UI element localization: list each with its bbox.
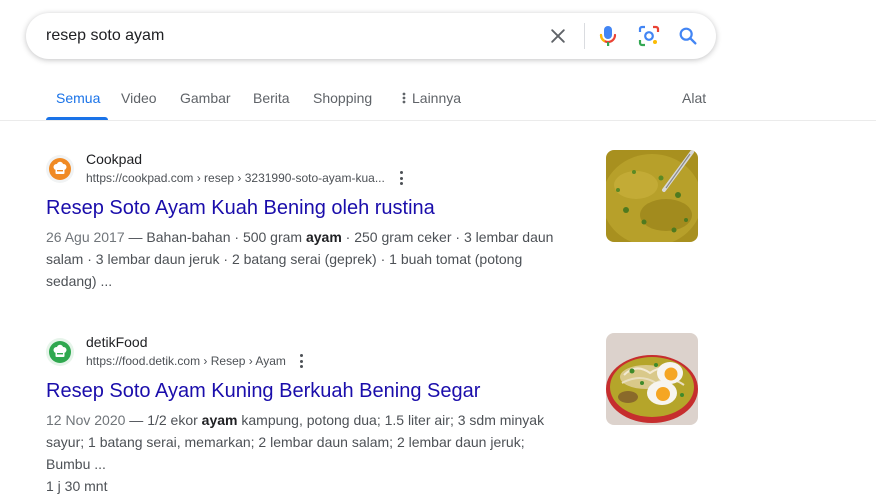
snippet-separator: — [124, 229, 147, 245]
tab-more-label: Lainnya [412, 90, 462, 106]
result-title[interactable]: Resep Soto Ayam Kuah Bening oleh rustina [46, 195, 576, 221]
tools-button[interactable]: Alat [682, 90, 706, 106]
three-dots-vertical-icon[interactable] [296, 353, 306, 369]
tab-video[interactable]: Video [121, 90, 157, 106]
tab-berita[interactable]: Berita [253, 90, 290, 106]
site-url: https://food.detik.com › Resep › Ayam [86, 354, 286, 368]
result-source[interactable]: Cookpad https://cookpad.com › resep › 32… [46, 151, 576, 189]
search-result: detikFood https://food.detik.com › Resep… [46, 334, 576, 497]
site-name: detikFood [86, 334, 148, 350]
tab-gambar[interactable]: Gambar [180, 90, 231, 106]
snippet-text: 1/2 ekor [147, 412, 202, 428]
result-date: 12 Nov 2020 [46, 412, 126, 428]
microphone-icon[interactable] [596, 24, 620, 48]
site-name: Cookpad [86, 151, 143, 167]
tab-semua[interactable]: Semua [56, 90, 100, 106]
result-source[interactable]: detikFood https://food.detik.com › Resep… [46, 334, 576, 372]
result-date: 26 Agu 2017 [46, 229, 125, 245]
cookpad-favicon [46, 155, 74, 183]
snippet-keyword: ayam [305, 229, 342, 245]
search-divider [584, 23, 585, 49]
snippet-text: Bahan-bahan · 500 gram [146, 229, 306, 245]
result-snippet: 26 Agu 2017 — Bahan-bahan · 500 gram aya… [46, 226, 566, 292]
tab-more[interactable]: Lainnya [400, 90, 461, 106]
result-meta: 1 j 30 mnt [46, 478, 108, 494]
result-snippet: 12 Nov 2020 — 1/2 ekor ayam kampung, pot… [46, 409, 566, 475]
search-icon[interactable] [676, 24, 700, 48]
tab-shopping[interactable]: Shopping [313, 90, 372, 106]
camera-lens-icon[interactable] [637, 24, 661, 48]
result-title[interactable]: Resep Soto Ayam Kuning Berkuah Bening Se… [46, 378, 576, 404]
result-thumbnail[interactable] [606, 150, 698, 242]
close-icon[interactable] [546, 24, 570, 48]
site-url: https://cookpad.com › resep › 3231990-so… [86, 171, 385, 185]
snippet-separator: — [125, 412, 148, 428]
search-tabs: Semua Video Gambar Berita Shopping Lainn… [0, 80, 876, 121]
search-result: Cookpad https://cookpad.com › resep › 32… [46, 151, 576, 292]
three-dots-vertical-icon[interactable] [396, 170, 406, 186]
result-thumbnail[interactable] [606, 333, 698, 425]
three-dots-vertical-icon [402, 92, 406, 104]
active-tab-indicator [46, 117, 108, 120]
detikfood-favicon [46, 338, 74, 366]
search-input[interactable] [46, 26, 526, 46]
snippet-keyword: ayam [201, 412, 238, 428]
search-box[interactable] [26, 13, 716, 59]
